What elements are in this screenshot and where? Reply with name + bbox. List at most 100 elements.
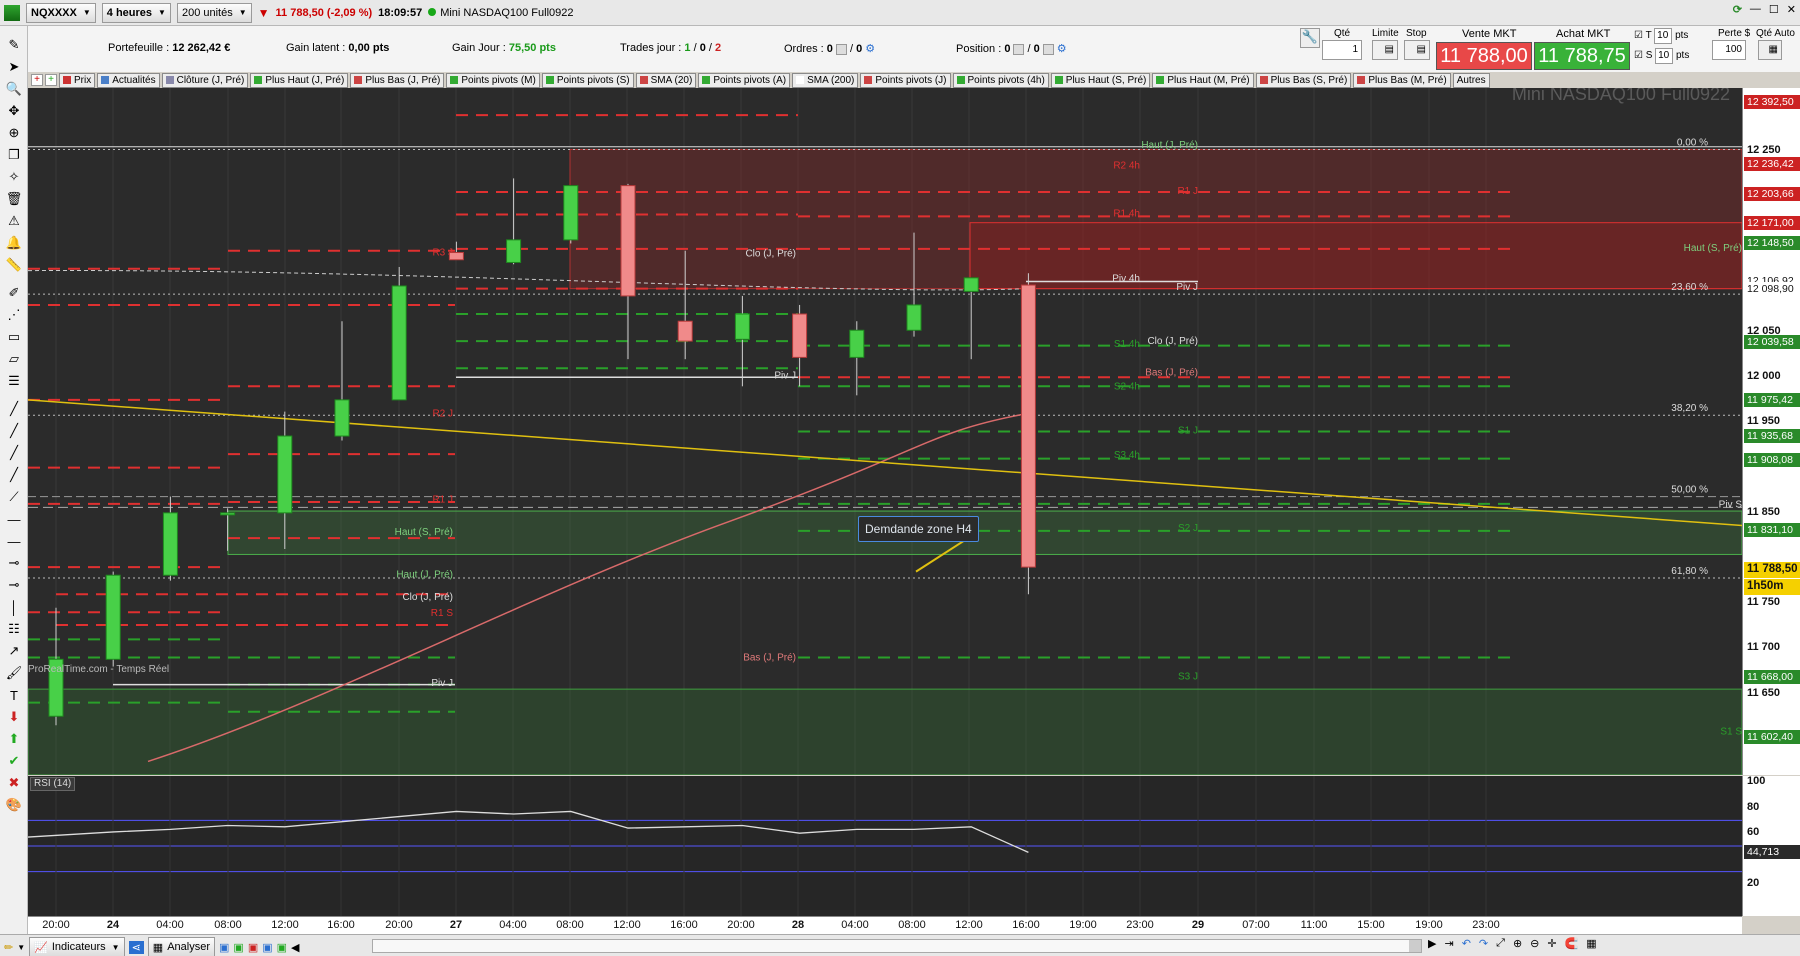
tp-checkbox[interactable]: ☑ [1634, 30, 1643, 41]
refresh-icon[interactable]: ⟳ [1733, 3, 1742, 16]
indicator-chip[interactable]: Points pivots (M) [446, 72, 540, 88]
text-icon[interactable]: T [4, 686, 24, 704]
palette-icon[interactable]: 🎨 [4, 796, 24, 814]
channel-icon[interactable]: ▱ [4, 350, 24, 368]
units-selector[interactable]: 200 unités ▼ [176, 2, 252, 23]
s-input[interactable]: 10 [1655, 48, 1674, 64]
price-axis[interactable]: 12 250 12 050 12 000 11 950 11 850 11 750 11 7… [1742, 88, 1800, 775]
sell-market-button[interactable]: 11 788,00 [1436, 42, 1532, 70]
node-icon[interactable]: ⋰ [4, 306, 24, 324]
print-icon[interactable]: ▣ [248, 941, 258, 954]
list-icon[interactable]: ☷ [4, 620, 24, 638]
indicator-chip[interactable]: Points pivots (A) [698, 72, 791, 88]
orders-box-icon[interactable] [835, 43, 847, 55]
eraser-icon[interactable]: ✐ [4, 284, 24, 302]
indicator-chip[interactable]: Actualités [97, 72, 160, 88]
indicator-chip[interactable]: Plus Bas (J, Pré) [350, 72, 445, 88]
down-arrow-red-icon[interactable]: ⬇ [4, 708, 24, 726]
minimize-icon[interactable]: — [1750, 3, 1761, 16]
draw-icon[interactable]: ✏ [4, 941, 13, 954]
grid-icon[interactable]: ▦ [1586, 937, 1596, 950]
rsi-chip[interactable]: RSI (14) [30, 777, 76, 791]
hline-green-icon[interactable]: ⊸ [4, 554, 24, 572]
chart-canvas[interactable]: 0,00 %23,60 %38,20 %50,00 %61,80 %Haut (… [28, 88, 1742, 775]
zoom-icon[interactable]: 🔍 [4, 80, 24, 98]
magic-icon[interactable]: ✧ [4, 168, 24, 186]
indicator-chip[interactable]: Points pivots (J) [860, 72, 951, 88]
indicator-chip[interactable]: Plus Haut (M, Pré) [1152, 72, 1254, 88]
position-box-icon[interactable] [1013, 43, 1025, 55]
indicator-chip[interactable]: SMA (20) [635, 72, 697, 88]
fibonacci-icon[interactable]: ☰ [4, 372, 24, 390]
chart-icon[interactable] [4, 4, 20, 21]
bell-icon[interactable]: 🔔 [4, 234, 24, 252]
demand-zone-annotation[interactable]: Demdande zone H4 [858, 516, 979, 542]
trash-icon[interactable]: 🗑 [4, 190, 24, 208]
copy-icon[interactable]: ❐ [4, 146, 24, 164]
indicator-chip[interactable]: Plus Haut (J, Pré) [250, 72, 349, 88]
indicator-chip[interactable]: SMA (200) [792, 72, 859, 88]
rsi-pane[interactable]: RSI (14) [28, 776, 1742, 916]
line-red-icon[interactable]: ╱ [4, 444, 24, 462]
segment-icon[interactable]: ⟋ [4, 488, 24, 506]
time-axis[interactable]: 20:00 24 04:00 08:00 12:00 16:00 20:00 27 04:00 0… [28, 916, 1742, 934]
maximize-icon[interactable]: ☐ [1769, 3, 1779, 16]
add-chip-icon[interactable]: + [31, 74, 43, 86]
timeframe-selector[interactable]: 4 heures ▼ [101, 2, 171, 23]
position-link-icon[interactable]: ⚙ [1057, 43, 1067, 55]
scroll-left-icon[interactable]: ◀ [291, 941, 299, 954]
crosshair2-icon[interactable]: ✛ [1547, 937, 1556, 950]
trendline-icon[interactable]: ╱ [4, 400, 24, 418]
zoom-in-icon[interactable]: ⊕ [1513, 937, 1522, 950]
crosshair-icon[interactable]: ⊕ [4, 124, 24, 142]
line-green-icon[interactable]: ╱ [4, 422, 24, 440]
qte-auto-button[interactable]: ▦ [1758, 40, 1782, 60]
indicator-chip[interactable]: Plus Bas (M, Pré) [1353, 72, 1451, 88]
brush-icon[interactable]: 🖌 [4, 664, 24, 682]
alert-icon[interactable]: ⚠ [4, 212, 24, 230]
wrench-icon[interactable]: 🔧 [1300, 28, 1320, 48]
hline-orange-icon[interactable]: — [4, 510, 24, 528]
chevron-down-icon[interactable]: ▼ [17, 943, 25, 952]
indicator-chip[interactable]: Clôture (J, Pré) [161, 72, 249, 88]
scroll-thumb[interactable] [1409, 940, 1421, 952]
layout-icon[interactable]: ▣ [219, 941, 229, 954]
indicator-chip[interactable]: Points pivots (S) [541, 72, 634, 88]
price-chart[interactable]: 0,00 % 23,60 % 38,20 % 50,00 % 61,80 % Haut (… [28, 88, 1742, 775]
limit-button[interactable]: ▤ [1372, 40, 1398, 60]
qty-input[interactable]: 1 [1322, 40, 1362, 60]
indicator-chip[interactable]: Points pivots (4h) [952, 72, 1049, 88]
up-arrow-green-icon[interactable]: ⬆ [4, 730, 24, 748]
indicator-chip[interactable]: Prix [59, 72, 96, 88]
buy-market-button[interactable]: 11 788,75 [1534, 42, 1630, 70]
orders-link-icon[interactable]: ⚙ [865, 43, 875, 55]
rectangle-icon[interactable]: ▭ [4, 328, 24, 346]
hline-red-icon[interactable]: ⊸ [4, 576, 24, 594]
ruler-icon[interactable]: 📏 [4, 256, 24, 274]
magnet-icon[interactable]: 🧲 [1565, 937, 1579, 950]
stop-button[interactable]: ▤ [1404, 40, 1430, 60]
settings-icon[interactable]: ▣ [277, 941, 287, 954]
cursor-icon[interactable]: ➤ [4, 58, 24, 76]
position-box2-icon[interactable] [1042, 43, 1054, 55]
horizontal-scrollbar[interactable] [372, 939, 1422, 953]
indicator-chip[interactable]: Plus Haut (S, Pré) [1050, 72, 1151, 88]
hline-icon[interactable]: — [4, 532, 24, 550]
pencil-icon[interactable]: ✎ [4, 36, 24, 54]
zoom-out-icon[interactable]: ⊖ [1530, 937, 1539, 950]
indicators-button[interactable]: 📈 Indicateurs ▼ [29, 937, 125, 956]
screenshot-icon[interactable]: ▣ [262, 941, 272, 954]
arrow-icon[interactable]: ↗ [4, 642, 24, 660]
indicator-chip[interactable]: Plus Bas (S, Pré) [1255, 72, 1352, 88]
t-input[interactable]: 10 [1654, 28, 1673, 44]
add-indicator-icon[interactable]: + [45, 74, 57, 86]
sl-checkbox[interactable]: ☑ [1634, 50, 1643, 61]
save-icon[interactable]: ▣ [233, 941, 243, 954]
vline-icon[interactable]: │ [4, 598, 24, 616]
zoom-fit-icon[interactable]: ⤢ [1496, 937, 1505, 950]
close-icon[interactable]: ✕ [1787, 3, 1796, 16]
symbol-selector[interactable]: NQXXXX ▼ [26, 2, 96, 23]
check-icon[interactable]: ✔ [4, 752, 24, 770]
auto-scroll-icon[interactable]: ⇥ [1444, 937, 1453, 950]
analyze-button[interactable]: ▦ Analyser [147, 937, 215, 956]
